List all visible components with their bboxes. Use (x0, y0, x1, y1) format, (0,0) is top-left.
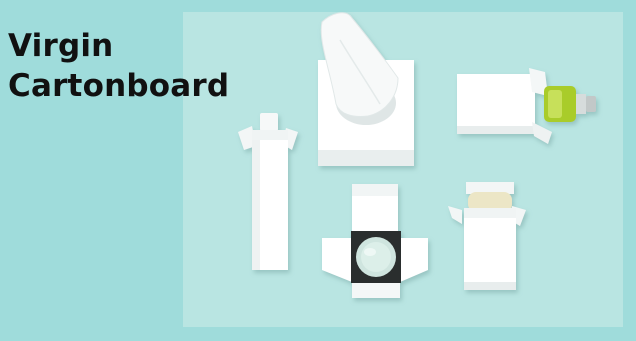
heading: Virgin Cartonboard (8, 26, 229, 106)
heading-line-1: Virgin (8, 28, 114, 64)
jar-box (322, 184, 428, 298)
heading-line-2: Cartonboard (8, 68, 230, 104)
bottle-box (457, 68, 596, 144)
tissue-box (318, 12, 414, 166)
slide: Virgin Cartonboard (0, 0, 636, 341)
soap-box (448, 182, 526, 290)
tube-box (238, 113, 298, 270)
